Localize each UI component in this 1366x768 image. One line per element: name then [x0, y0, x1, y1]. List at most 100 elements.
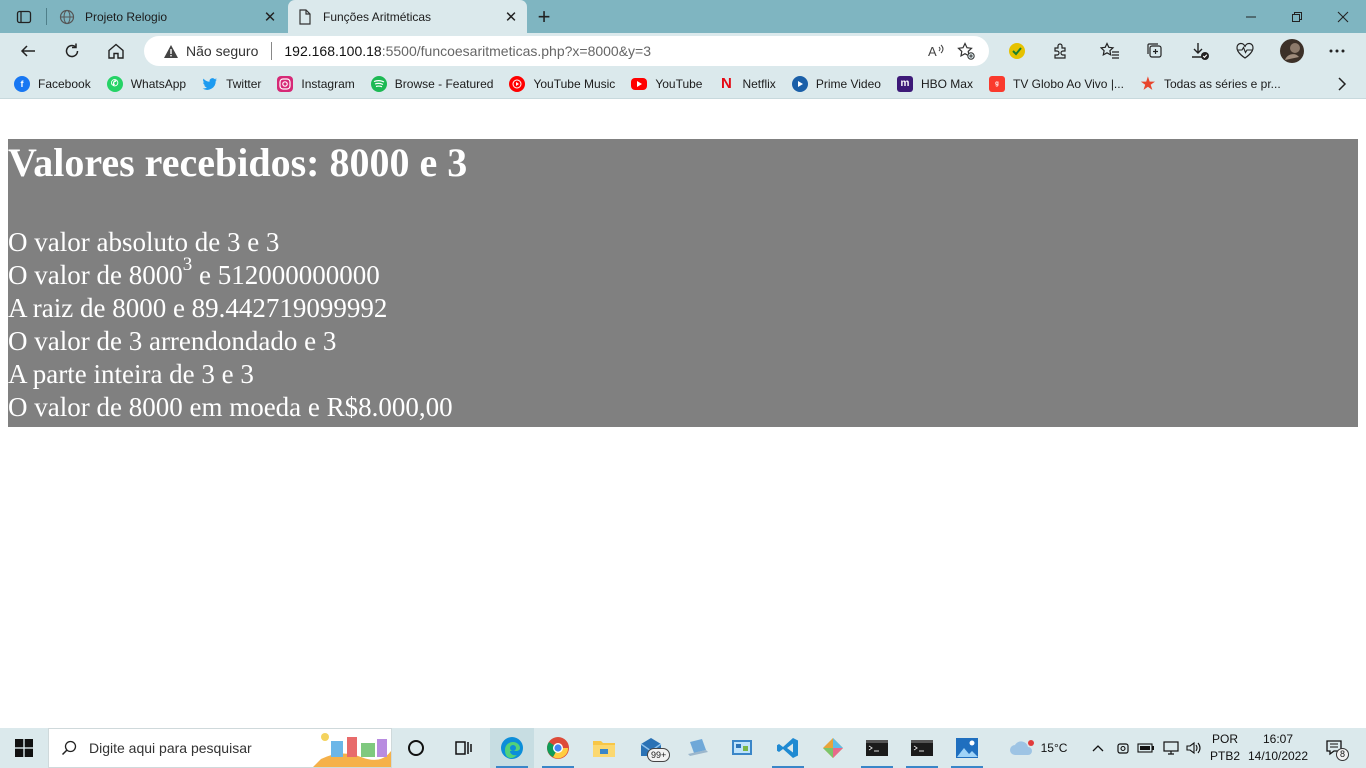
clock-date: 14/10/2022: [1247, 749, 1309, 763]
weather-widget[interactable]: 15°C: [1004, 728, 1072, 768]
favorite-netflix[interactable]: N Netflix: [718, 72, 776, 96]
taskbar-file-explorer[interactable]: [582, 728, 626, 768]
tab-funcoes-aritmeticas[interactable]: Funções Aritméticas ✕: [288, 0, 527, 33]
favorite-spotify[interactable]: Browse - Featured: [370, 72, 494, 96]
favorite-series[interactable]: ★ Todas as séries e pr...: [1140, 72, 1281, 96]
edge-icon: [501, 737, 523, 759]
start-button[interactable]: [0, 728, 48, 768]
security-status[interactable]: Não seguro: [186, 43, 258, 59]
favorite-label: Browse - Featured: [394, 76, 494, 91]
input-language[interactable]: POR PTB2: [1208, 731, 1242, 765]
close-tab-icon[interactable]: ✕: [499, 5, 523, 29]
search-placeholder: Digite aqui para pesquisar: [89, 740, 252, 756]
taskbar-git[interactable]: [811, 728, 855, 768]
terminal-icon: [866, 740, 888, 756]
back-arrow-icon: [20, 45, 35, 57]
tray-network[interactable]: [1160, 728, 1182, 768]
control-panel-icon: [732, 740, 752, 755]
favorites-icon: [1100, 42, 1119, 59]
cortana-button[interactable]: [394, 728, 438, 768]
favorite-prime-video[interactable]: Prime Video: [791, 72, 881, 96]
world-icon: [59, 9, 75, 25]
terminal-icon: [911, 740, 933, 756]
instagram-icon: [277, 75, 294, 92]
browser-toolbar: Não seguro 192.168.100.18:5500/funcoesar…: [0, 33, 1366, 69]
browser-essentials-button[interactable]: [1230, 36, 1260, 66]
more-icon: [1329, 49, 1345, 53]
tab-projeto-relogio[interactable]: Projeto Relogio ✕: [50, 0, 286, 33]
taskbar-edge[interactable]: [490, 728, 534, 768]
vscode-icon: [777, 738, 798, 758]
extension-button[interactable]: [1002, 36, 1032, 66]
square-root-line: A raiz de 8000 e 89.442719099992: [8, 293, 388, 323]
favorite-facebook[interactable]: f Facebook: [14, 72, 91, 96]
taskbar-vpn[interactable]: [676, 728, 720, 768]
favorite-youtube-music[interactable]: YouTube Music: [509, 72, 615, 96]
svg-text:A: A: [928, 44, 937, 59]
tab-strip: Projeto Relogio ✕ Funções Aritméticas ✕ …: [0, 0, 1366, 33]
settings-menu-button[interactable]: [1322, 36, 1352, 66]
collections-button[interactable]: [1140, 36, 1170, 66]
downloads-button[interactable]: [1185, 36, 1215, 66]
extensions-button[interactable]: [1046, 36, 1076, 66]
chevron-right-icon: [1338, 77, 1347, 91]
favorite-label: Twitter: [226, 76, 262, 91]
youtube-icon: [631, 77, 648, 90]
taskbar-terminal-1[interactable]: [855, 728, 899, 768]
favorite-hbo-max[interactable]: m HBO Max: [896, 72, 973, 96]
restore-button[interactable]: [1274, 0, 1320, 33]
task-view-icon: [455, 741, 472, 755]
favorite-whatsapp[interactable]: ✆ WhatsApp: [106, 72, 186, 96]
taskbar-mail[interactable]: 99+: [630, 728, 674, 768]
integer-part-line: A parte inteira de 3 e 3: [8, 359, 254, 389]
address-bar[interactable]: Não seguro 192.168.100.18:5500/funcoesar…: [144, 36, 989, 66]
battery-icon: [1137, 743, 1154, 753]
home-button[interactable]: [101, 36, 131, 66]
taskbar-photos[interactable]: [945, 728, 989, 768]
favorites-overflow-button[interactable]: [1332, 74, 1352, 94]
tray-overflow-button[interactable]: [1088, 728, 1108, 768]
page-heading: Valores recebidos: 8000 e 3: [8, 140, 468, 185]
volume-icon: [1186, 741, 1201, 755]
tray-meet-now[interactable]: [1113, 728, 1133, 768]
refresh-icon: [65, 43, 79, 58]
close-tab-icon[interactable]: ✕: [258, 5, 282, 29]
favorite-label: TV Globo Ao Vivo |...: [1012, 76, 1124, 91]
download-icon: [1192, 43, 1209, 60]
prime-video-icon: [791, 75, 808, 92]
taskbar-terminal-2[interactable]: [900, 728, 944, 768]
taskbar-search-box[interactable]: Digite aqui para pesquisar: [48, 728, 392, 768]
results-list: O valor absoluto de 3 e 3 O valor de 800…: [8, 226, 1358, 424]
power-prefix: O valor de 8000: [8, 260, 183, 290]
restore-icon: [1292, 11, 1302, 22]
favorite-label: Netflix: [742, 76, 776, 91]
add-favorite-icon[interactable]: [951, 38, 981, 64]
back-button[interactable]: [13, 36, 43, 66]
address-divider: [271, 42, 273, 60]
tray-volume[interactable]: [1184, 728, 1204, 768]
new-tab-button[interactable]: +: [531, 4, 557, 30]
taskbar-chrome[interactable]: [536, 728, 580, 768]
favorite-instagram[interactable]: Instagram: [277, 72, 355, 96]
minimize-button[interactable]: [1228, 0, 1274, 33]
taskbar-control-panel[interactable]: [720, 728, 764, 768]
taskbar-vscode[interactable]: [766, 728, 810, 768]
favorite-youtube[interactable]: YouTube: [631, 72, 702, 96]
task-view-button[interactable]: [441, 728, 485, 768]
tray-battery[interactable]: [1136, 728, 1156, 768]
read-aloud-icon[interactable]: A: [921, 38, 951, 64]
facebook-icon: f: [14, 75, 30, 92]
close-window-button[interactable]: [1320, 0, 1366, 33]
rounded-line: O valor de 3 arrendondado e 3: [8, 326, 337, 356]
notification-center-button[interactable]: 8: [1320, 728, 1350, 768]
tab-actions-button[interactable]: [8, 5, 40, 29]
warning-icon: [162, 42, 180, 60]
favorite-twitter[interactable]: Twitter: [202, 72, 261, 96]
favorite-label: YouTube: [655, 76, 703, 91]
taskbar-clock[interactable]: 16:07 14/10/2022: [1240, 731, 1316, 765]
favorites-bar: f Facebook ✆ WhatsApp Twitter Instagram …: [0, 69, 1366, 99]
refresh-button[interactable]: [57, 36, 87, 66]
favorites-button[interactable]: [1095, 36, 1125, 66]
profile-button[interactable]: [1277, 36, 1307, 66]
favorite-globoplay[interactable]: g TV Globo Ao Vivo |...: [988, 72, 1124, 96]
